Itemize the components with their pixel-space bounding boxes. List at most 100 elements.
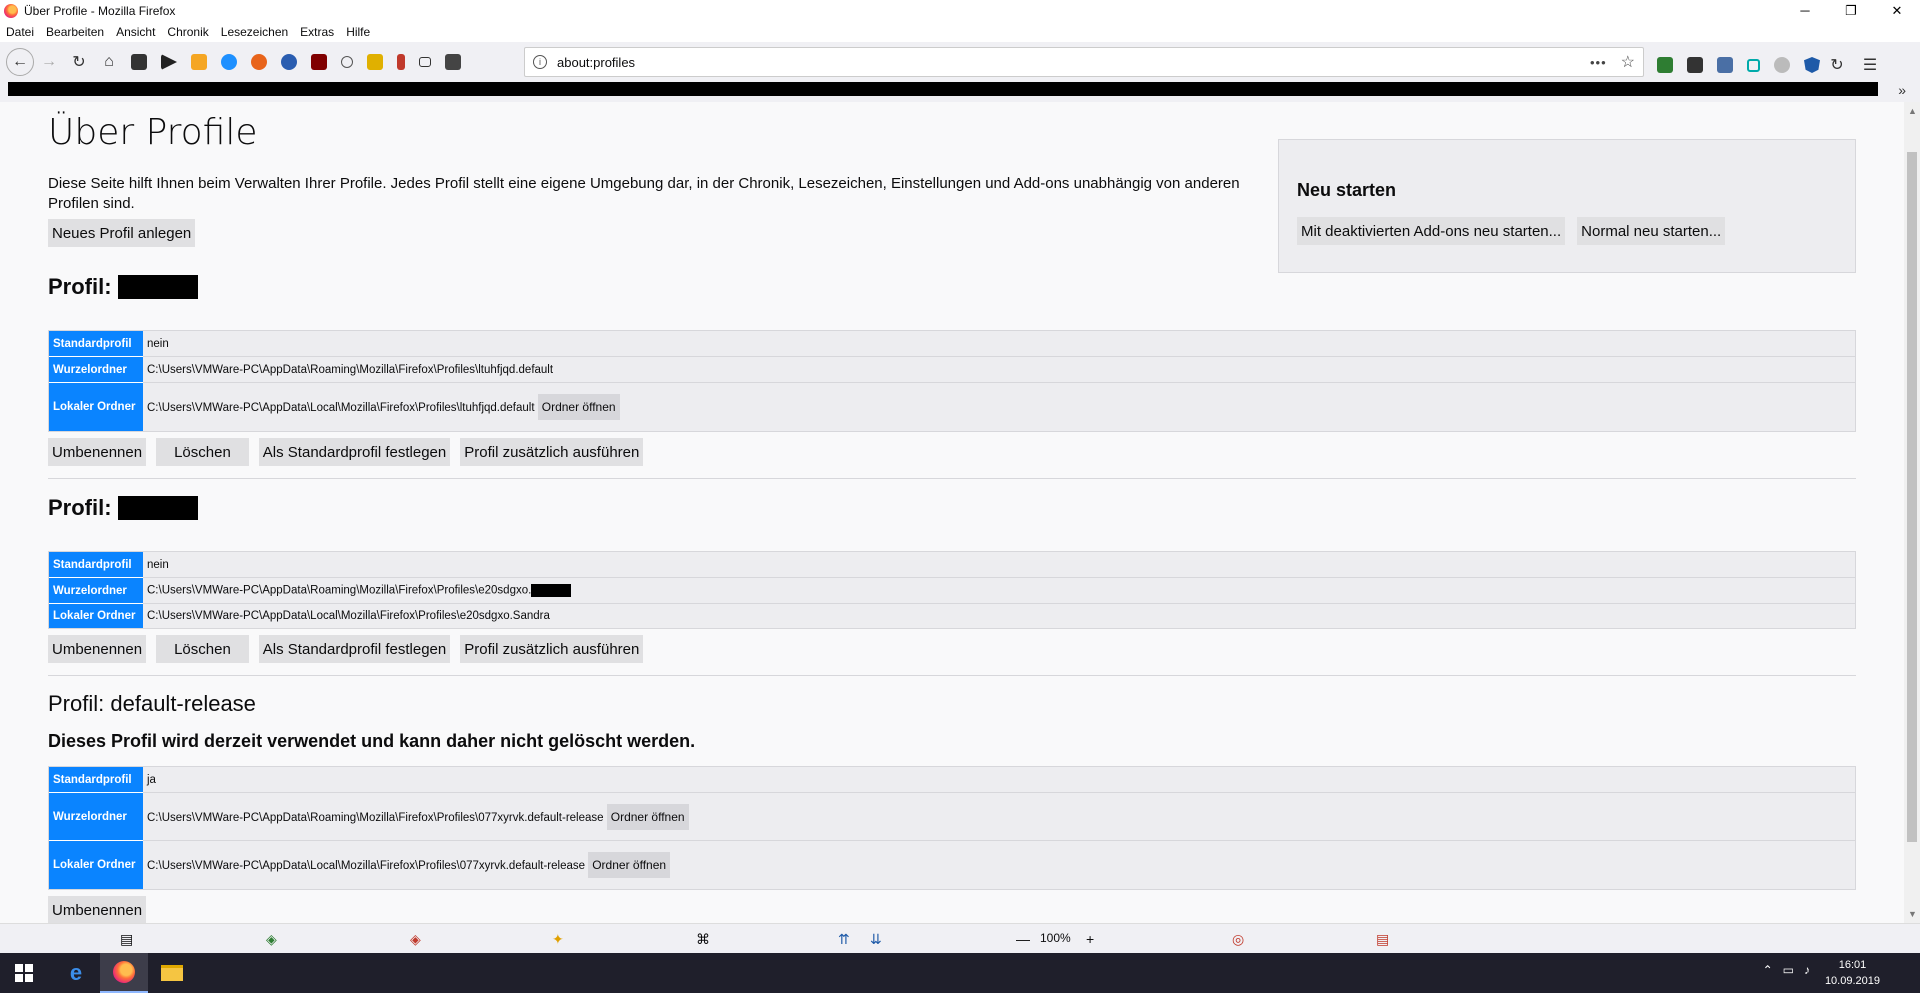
local-dir-value: C:\Users\VMWare-PC\AppData\Local\Mozilla… bbox=[147, 402, 535, 414]
open-folder-button[interactable]: Ordner öffnen bbox=[606, 803, 689, 830]
close-button[interactable]: ✕ bbox=[1874, 0, 1920, 22]
shield-icon[interactable] bbox=[1804, 57, 1820, 73]
library-icon[interactable] bbox=[1717, 57, 1733, 73]
hamburger-menu-icon[interactable]: ☰ bbox=[1855, 50, 1885, 80]
scroll-bottom-icon[interactable]: ⇊ bbox=[870, 931, 882, 948]
folder-icon bbox=[161, 965, 183, 981]
back-icon[interactable]: ← bbox=[6, 48, 34, 76]
volume-icon[interactable]: ♪ bbox=[1804, 963, 1810, 977]
new-profile-button[interactable]: Neues Profil anlegen bbox=[48, 219, 196, 247]
menu-extras[interactable]: Extras bbox=[300, 25, 334, 39]
tray-chevron-icon[interactable]: ⌃ bbox=[1763, 963, 1773, 977]
reload-icon[interactable]: ↻ bbox=[64, 47, 94, 77]
restart-safe-mode-button[interactable]: Mit deaktivierten Add-ons neu starten... bbox=[1297, 217, 1566, 245]
page-actions-icon[interactable]: ••• bbox=[1590, 55, 1607, 70]
profile-prefix: Profil: bbox=[48, 495, 112, 520]
puzzle-icon[interactable] bbox=[445, 54, 461, 70]
extension-green-icon[interactable] bbox=[1657, 57, 1673, 73]
minimize-button[interactable]: ─ bbox=[1782, 0, 1828, 22]
taskbar-clock[interactable]: 16:01 10.09.2019 bbox=[1825, 957, 1880, 989]
save-icon[interactable] bbox=[1747, 58, 1760, 72]
bookmark-icon[interactable] bbox=[131, 54, 147, 70]
toolbar-right: ↻ ☰ bbox=[1650, 50, 1885, 80]
broom-icon[interactable] bbox=[367, 54, 383, 70]
info-icon[interactable]: i bbox=[533, 55, 547, 69]
menu-bearbeiten[interactable]: Bearbeiten bbox=[46, 25, 104, 39]
rename-button[interactable]: Umbenennen bbox=[48, 896, 147, 923]
window-title: Über Profile - Mozilla Firefox bbox=[24, 4, 176, 18]
addon-status2-icon[interactable]: ◈ bbox=[410, 931, 421, 948]
menu-datei[interactable]: Datei bbox=[6, 25, 34, 39]
restart-normal-button[interactable]: Normal neu starten... bbox=[1577, 217, 1726, 245]
gear-icon[interactable] bbox=[281, 54, 297, 70]
reload2-icon[interactable]: ↻ bbox=[1827, 50, 1847, 80]
bookmarks-bar: » bbox=[0, 82, 1920, 102]
addon-status5-icon[interactable]: ◎ bbox=[1232, 931, 1244, 948]
scroll-top-icon[interactable]: ⇈ bbox=[838, 931, 850, 948]
page-title: Über Profile bbox=[48, 112, 258, 153]
rename-button[interactable]: Umbenennen bbox=[48, 438, 147, 466]
pdf-icon[interactable]: ▤ bbox=[1376, 931, 1389, 948]
default-profile-label: Standardprofil bbox=[49, 331, 143, 357]
ublock-icon[interactable] bbox=[311, 54, 327, 70]
home-icon[interactable]: ⌂ bbox=[94, 47, 124, 77]
zoom-in-button[interactable]: + bbox=[1086, 931, 1094, 947]
sync-icon[interactable] bbox=[1774, 57, 1790, 73]
firefox-logo-icon bbox=[4, 4, 18, 18]
url-bar[interactable]: i about:profiles ••• ☆ bbox=[524, 47, 1644, 77]
windows-logo-icon bbox=[15, 964, 33, 982]
addon-status3-icon[interactable]: ✦ bbox=[552, 931, 564, 948]
menu-lesezeichen[interactable]: Lesezeichen bbox=[221, 25, 288, 39]
remove-button[interactable]: Löschen bbox=[156, 635, 249, 663]
default-profile-value: ja bbox=[143, 767, 1855, 793]
zoom-level[interactable]: 100% bbox=[1040, 931, 1071, 945]
rename-button[interactable]: Umbenennen bbox=[48, 635, 147, 663]
url-text[interactable]: about:profiles bbox=[557, 55, 1590, 70]
default-profile-label: Standardprofil bbox=[49, 767, 143, 793]
vertical-scrollbar[interactable]: ▲ ▼ bbox=[1904, 102, 1920, 923]
square-icon[interactable] bbox=[419, 57, 431, 67]
edge-icon[interactable] bbox=[221, 54, 237, 70]
remove-button[interactable]: Löschen bbox=[156, 438, 249, 466]
screenshot-icon[interactable] bbox=[1687, 57, 1703, 73]
zoom-out-button[interactable]: — bbox=[1016, 931, 1030, 947]
launch-profile-button[interactable]: Profil zusätzlich ausführen bbox=[460, 635, 644, 663]
open-folder-button[interactable]: Ordner öffnen bbox=[537, 394, 620, 420]
battery-icon[interactable] bbox=[397, 54, 405, 70]
network-icon[interactable]: ▭ bbox=[1783, 963, 1794, 977]
default-profile-label: Standardprofil bbox=[49, 552, 143, 578]
launch-profile-button[interactable]: Profil zusätzlich ausführen bbox=[460, 438, 644, 466]
root-dir-cell: C:\Users\VMWare-PC\AppData\Roaming\Mozil… bbox=[143, 578, 1855, 604]
set-default-button[interactable]: Als Standardprofil festlegen bbox=[258, 635, 451, 663]
forward-icon[interactable]: → bbox=[34, 47, 64, 77]
home2-icon[interactable] bbox=[191, 54, 207, 70]
arrow-icon[interactable] bbox=[161, 54, 177, 70]
menu-hilfe[interactable]: Hilfe bbox=[346, 25, 370, 39]
scroll-up-icon[interactable]: ▲ bbox=[1908, 106, 1917, 116]
firefox-icon bbox=[113, 961, 135, 983]
menu-bar: Datei Bearbeiten Ansicht Chronik Lesezei… bbox=[0, 22, 1920, 42]
local-dir-cell: C:\Users\VMWare-PC\AppData\Local\Mozilla… bbox=[143, 841, 1855, 889]
addon-status-icon[interactable]: ◈ bbox=[266, 931, 277, 948]
set-default-button[interactable]: Als Standardprofil festlegen bbox=[258, 438, 451, 466]
navigation-toolbar: ← → ↻ ⌂ i about:profiles ••• ☆ ↻ ☰ bbox=[0, 42, 1920, 82]
addon-icon[interactable] bbox=[251, 54, 267, 70]
firefox-taskbar-icon[interactable] bbox=[100, 953, 148, 993]
start-button[interactable] bbox=[0, 953, 48, 993]
menu-ansicht[interactable]: Ansicht bbox=[116, 25, 155, 39]
scroll-down-icon[interactable]: ▼ bbox=[1908, 909, 1917, 919]
explorer-taskbar-icon[interactable] bbox=[148, 953, 196, 993]
bookmarks-overflow-icon[interactable]: » bbox=[1898, 82, 1906, 98]
sidebar-icon[interactable]: ▤ bbox=[120, 931, 133, 948]
circle-icon[interactable] bbox=[341, 56, 353, 68]
root-dir-label: Wurzelordner bbox=[49, 793, 143, 841]
edge-taskbar-icon[interactable]: e bbox=[52, 953, 100, 993]
root-dir-cell: C:\Users\VMWare-PC\AppData\Roaming\Mozil… bbox=[143, 793, 1855, 841]
open-folder-button[interactable]: Ordner öffnen bbox=[588, 852, 671, 878]
addon-status4-icon[interactable]: ⌘ bbox=[696, 931, 710, 948]
root-dir-value: C:\Users\VMWare-PC\AppData\Roaming\Mozil… bbox=[143, 357, 1855, 383]
maximize-button[interactable]: ❐ bbox=[1828, 0, 1874, 22]
star-icon[interactable]: ☆ bbox=[1621, 52, 1635, 72]
menu-chronik[interactable]: Chronik bbox=[167, 25, 208, 39]
scrollbar-thumb[interactable] bbox=[1907, 152, 1917, 842]
